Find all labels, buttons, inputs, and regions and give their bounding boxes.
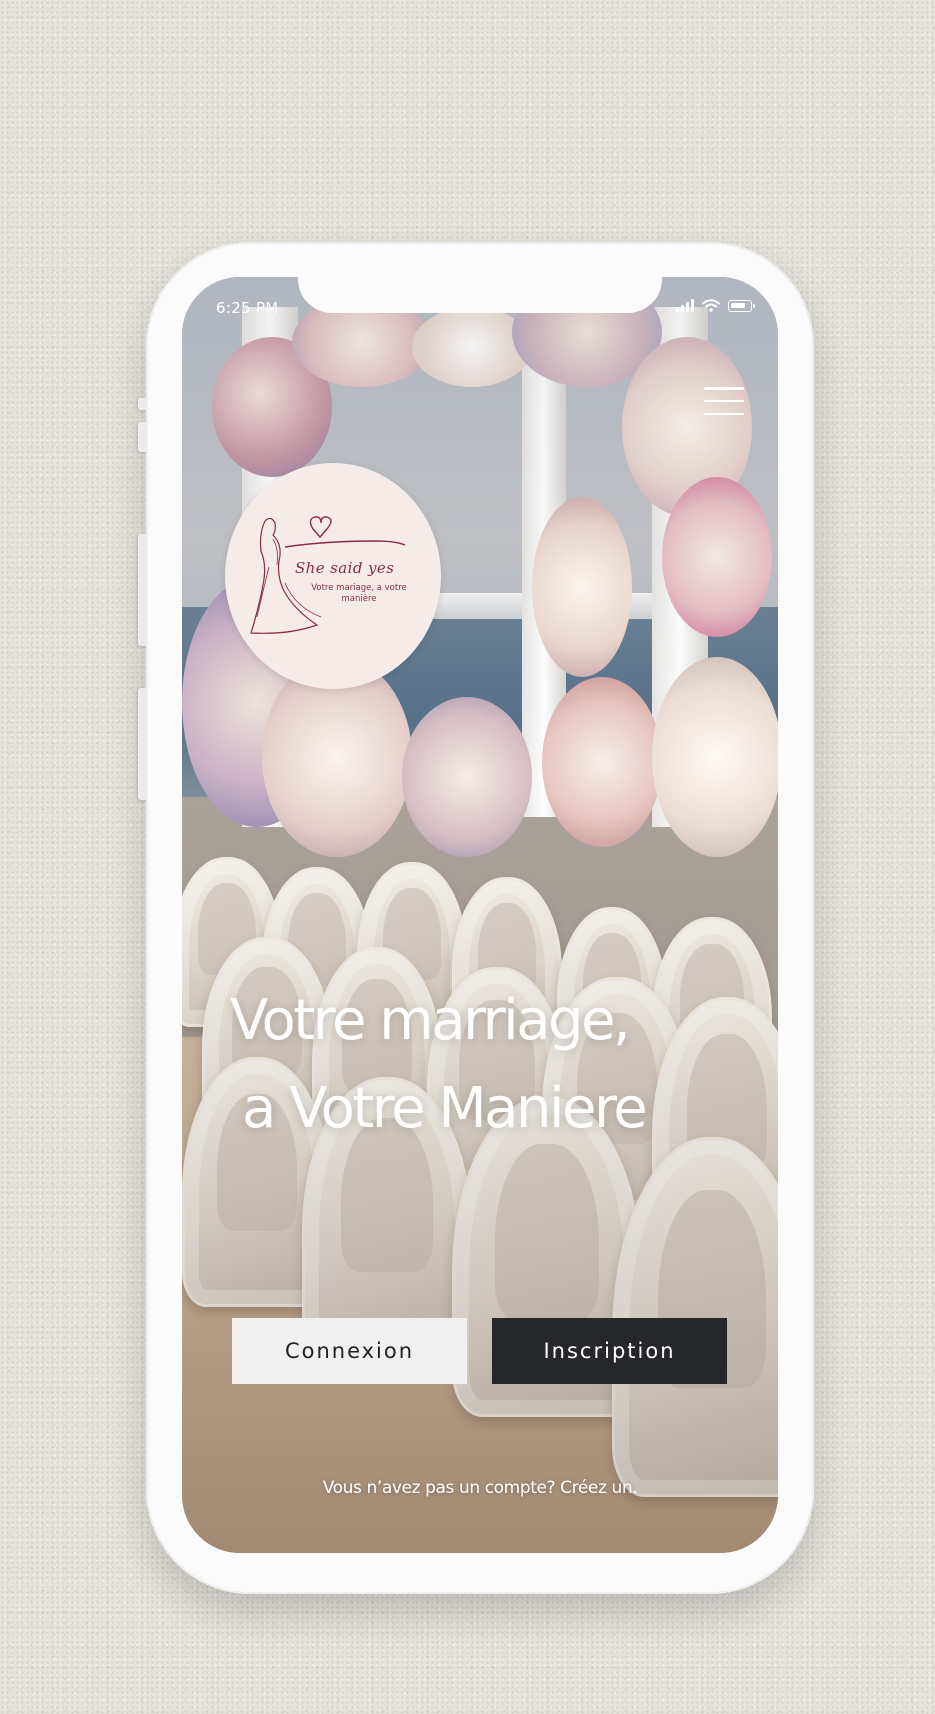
hamburger-menu-icon[interactable] [704, 387, 744, 415]
brand-logo: She said yes Votre mariage, a votre mani… [225, 463, 441, 689]
logo-brand-name: She said yes [295, 559, 395, 577]
battery-icon [728, 300, 755, 312]
wifi-icon [702, 299, 720, 312]
phone-notch [298, 277, 662, 313]
create-account-link[interactable]: Vous n’avez pas un compte? Créez un. [182, 1478, 778, 1498]
status-icons [676, 299, 755, 312]
cellular-signal-icon [676, 299, 694, 312]
logo-tagline: Votre mariage, a votre manière [311, 583, 407, 604]
app-screen: 6:25 PM She said yes Votre mariage, a vo… [182, 277, 778, 1553]
hero-headline-line2: a Votre Maniere [242, 1076, 648, 1141]
status-time: 6:25 PM [216, 299, 279, 317]
hero-headline: Votre marriage, a Votre Maniere [230, 977, 750, 1153]
hero-headline-line1: Votre marriage, [230, 988, 631, 1053]
signup-button[interactable]: Inscription [492, 1318, 727, 1384]
login-button[interactable]: Connexion [232, 1318, 467, 1384]
